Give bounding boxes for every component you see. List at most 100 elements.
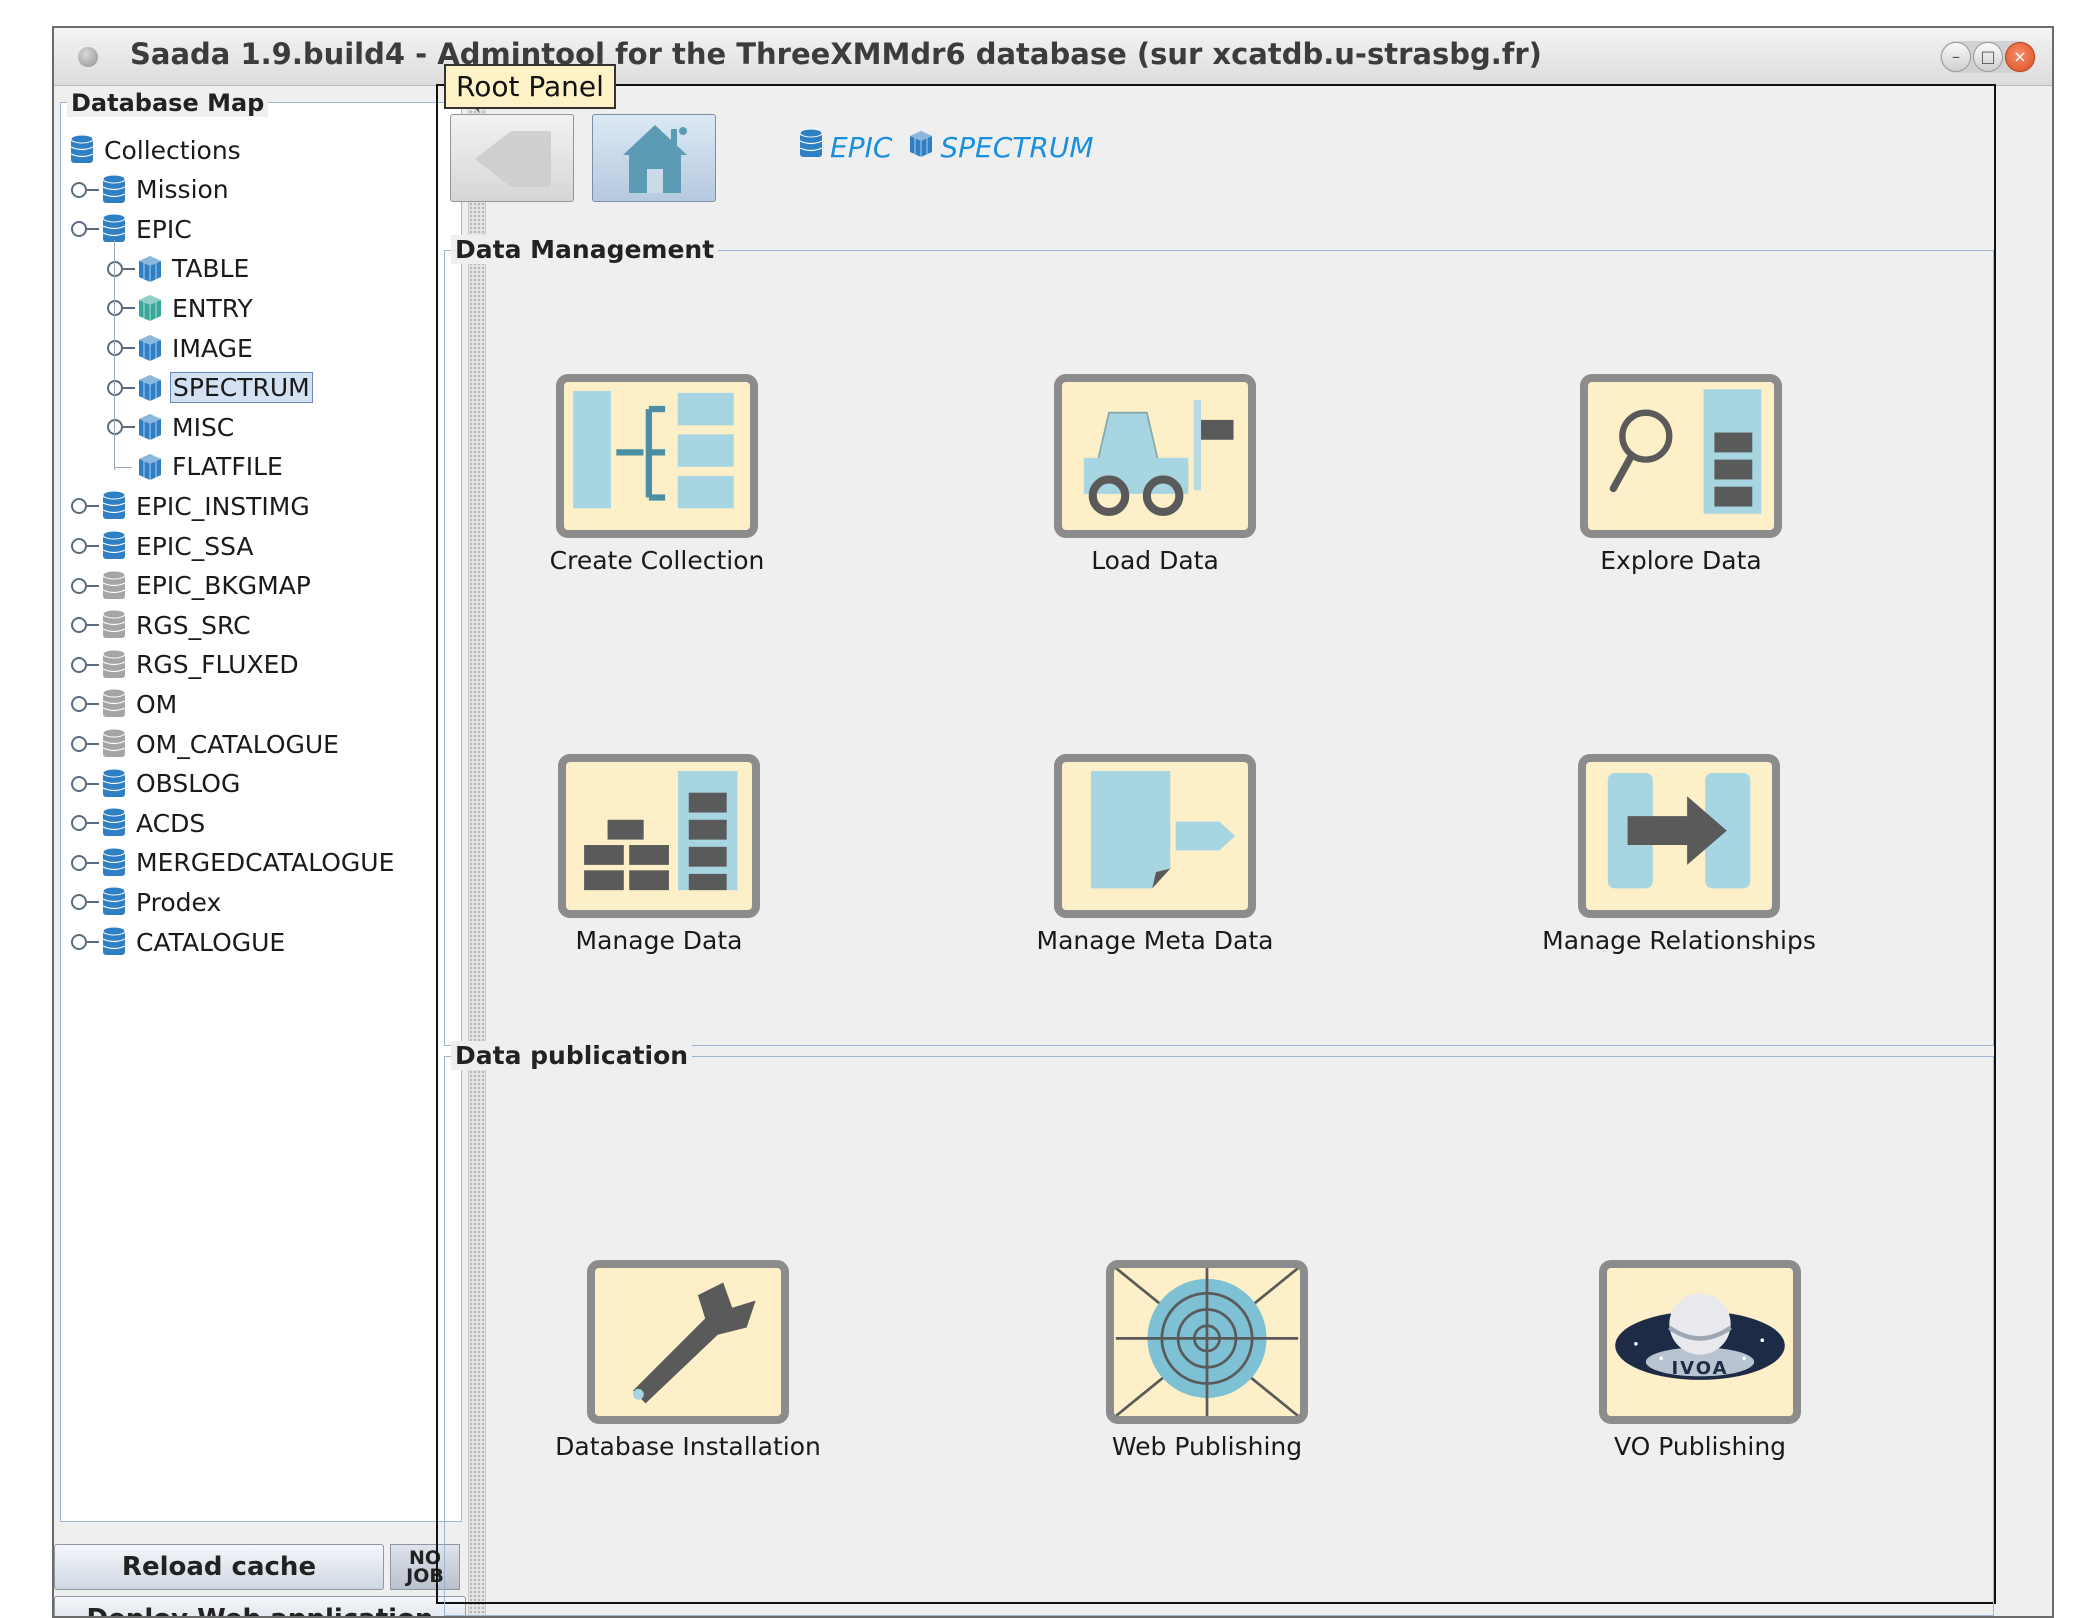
- tree-node[interactable]: Mission: [101, 171, 231, 209]
- tree-node[interactable]: OBSLOG: [101, 765, 242, 803]
- ivoa-tile[interactable]: IVOA VO Publishing: [1560, 1260, 1840, 1461]
- breadcrumb-link[interactable]: EPIC: [830, 131, 892, 164]
- tree-guide-line: [114, 466, 132, 468]
- database-icon: [101, 530, 127, 562]
- cube-icon: [137, 332, 163, 364]
- bricks-icon[interactable]: [558, 754, 760, 918]
- tree-expand-handle[interactable]: [71, 894, 87, 911]
- tree-node[interactable]: RGS_SRC: [101, 606, 253, 644]
- tree-expand-handle[interactable]: [71, 736, 87, 752]
- tree-expand-handle[interactable]: [71, 538, 87, 554]
- tree-node[interactable]: EPIC_INSTIMG: [101, 487, 312, 525]
- tree-expand-handle[interactable]: [71, 854, 87, 871]
- title-bar[interactable]: Saada 1.9.build4 - Admintool for the Thr…: [54, 28, 2052, 86]
- tree-expand-handle[interactable]: [71, 656, 87, 673]
- web-icon[interactable]: [1106, 1260, 1308, 1424]
- tree-node[interactable]: TABLE: [137, 250, 251, 288]
- tree-node[interactable]: ACDS: [101, 804, 207, 842]
- maximize-button[interactable]: □: [1973, 42, 2003, 72]
- tree-expand-handle[interactable]: [71, 815, 87, 832]
- tree-node-label: Mission: [136, 175, 229, 205]
- tree-connector: [123, 267, 135, 270]
- database-icon: [101, 768, 127, 800]
- tree-expand-handle[interactable]: [107, 419, 123, 436]
- close-button[interactable]: ×: [2005, 42, 2035, 72]
- back-arrow-icon: [475, 131, 551, 187]
- tree-node-label: Prodex: [136, 887, 222, 917]
- tree-node[interactable]: IMAGE: [137, 329, 255, 367]
- tree-node[interactable]: OM: [101, 685, 179, 723]
- tree-expand-handle[interactable]: [71, 181, 87, 198]
- cube-icon: [137, 451, 163, 483]
- tree-connector: [87, 941, 99, 943]
- magnifier-tile[interactable]: Explore Data: [1541, 374, 1821, 575]
- breadcrumb-link[interactable]: SPECTRUM: [940, 131, 1093, 164]
- tree-node-label: EPIC_SSA: [136, 531, 254, 561]
- tree-node-label: CATALOGUE: [136, 927, 286, 957]
- ivoa-icon[interactable]: IVOA: [1599, 1260, 1801, 1424]
- window-menu-icon[interactable]: [78, 47, 98, 67]
- tree-node-label: EPIC_BKGMAP: [136, 571, 311, 601]
- tree-expand-handle[interactable]: [107, 379, 123, 396]
- tile-label: Web Publishing: [1111, 1432, 1303, 1461]
- root-panel-title: Root Panel: [444, 64, 616, 109]
- wrench-icon[interactable]: [587, 1260, 789, 1424]
- ivoa-logo-text: IVOA: [1671, 1358, 1729, 1379]
- reload-cache-button[interactable]: Reload cache: [54, 1544, 384, 1590]
- database-icon: [101, 886, 127, 918]
- tree-node-label: FLATFILE: [172, 452, 283, 482]
- tree-node[interactable]: OM_CATALOGUE: [101, 725, 341, 763]
- tree-expand-handle[interactable]: [71, 498, 87, 515]
- tree-connector: [87, 505, 99, 508]
- tree-node[interactable]: SPECTRUM: [137, 369, 313, 407]
- database-map-title: Database Map: [67, 89, 269, 117]
- back-button[interactable]: [450, 114, 574, 202]
- tile-label: VO Publishing: [1613, 1432, 1787, 1461]
- forklift-tile[interactable]: Load Data: [1015, 374, 1295, 575]
- tree-node-label: OBSLOG: [136, 769, 241, 799]
- minimize-button[interactable]: –: [1941, 42, 1971, 72]
- magnifier-icon[interactable]: [1580, 374, 1782, 538]
- database-icon: [101, 807, 127, 839]
- tree-node[interactable]: EPIC_BKGMAP: [101, 567, 313, 605]
- tree-node[interactable]: RGS_FLUXED: [101, 646, 301, 684]
- tree-node[interactable]: Collections: [69, 131, 243, 169]
- database-icon: [101, 649, 127, 681]
- wrench-tile[interactable]: Database Installation: [548, 1260, 828, 1461]
- tree-expand-handle[interactable]: [107, 340, 123, 356]
- tree-node[interactable]: ENTRY: [137, 289, 255, 327]
- tile-label: Explore Data: [1600, 546, 1762, 575]
- tree-expand-handle[interactable]: [71, 696, 87, 713]
- deploy-web-application-button[interactable]: Deploy Web application: [54, 1596, 466, 1616]
- tree-node-label: RGS_SRC: [136, 610, 251, 640]
- relationship-arrow-tile[interactable]: Manage Relationships: [1539, 754, 1819, 955]
- tree-node[interactable]: CATALOGUE: [101, 923, 287, 961]
- tree-expand-handle[interactable]: [71, 775, 87, 792]
- tree-expand-handle[interactable]: [71, 221, 87, 238]
- home-button[interactable]: [592, 114, 716, 202]
- tree-connector: [87, 584, 99, 587]
- database-icon: [101, 926, 127, 958]
- create-collection-tile[interactable]: Create Collection: [517, 374, 797, 575]
- tree-node[interactable]: Prodex: [101, 883, 223, 921]
- tree-node-label: EPIC_INSTIMG: [136, 491, 310, 521]
- document-tag-tile[interactable]: Manage Meta Data: [1015, 754, 1295, 955]
- tree-node[interactable]: MERGEDCATALOGUE: [101, 844, 396, 882]
- tile-label: Create Collection: [549, 546, 765, 575]
- tree-node[interactable]: MISC: [137, 408, 236, 446]
- tree-node-label: MISC: [172, 412, 235, 442]
- relationship-arrow-icon[interactable]: [1578, 754, 1780, 918]
- tree-connector: [87, 188, 99, 191]
- tree-node[interactable]: FLATFILE: [137, 448, 285, 486]
- tree-expand-handle[interactable]: [71, 934, 87, 950]
- tree-node[interactable]: EPIC_SSA: [101, 527, 256, 565]
- web-tile[interactable]: Web Publishing: [1067, 1260, 1347, 1461]
- tree-expand-handle[interactable]: [71, 617, 87, 634]
- tree-expand-handle[interactable]: [107, 300, 123, 317]
- forklift-icon[interactable]: [1054, 374, 1256, 538]
- document-tag-icon[interactable]: [1054, 754, 1256, 918]
- create-collection-icon[interactable]: [556, 374, 758, 538]
- bricks-tile[interactable]: Manage Data: [519, 754, 799, 955]
- tree-expand-handle[interactable]: [71, 577, 87, 594]
- tree-expand-handle[interactable]: [107, 260, 123, 277]
